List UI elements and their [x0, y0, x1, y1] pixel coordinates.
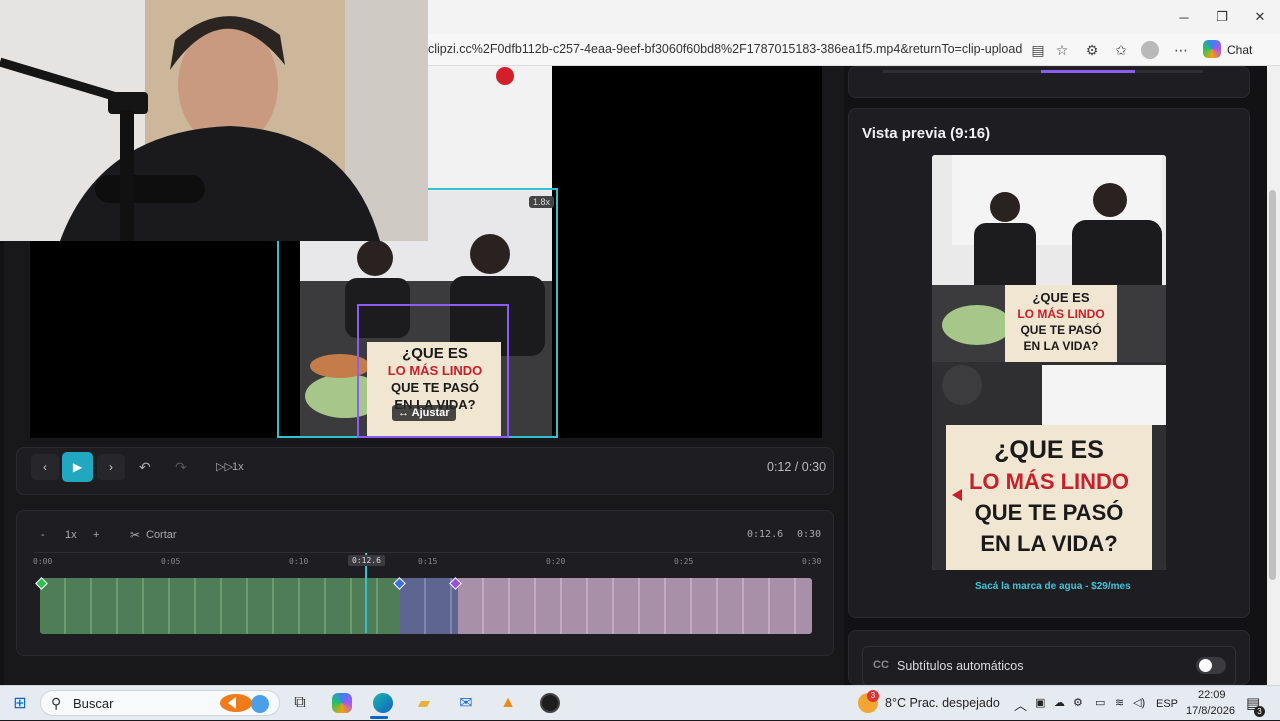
edge-icon[interactable] — [369, 689, 397, 717]
zoom-badge: 1.8x — [529, 196, 555, 208]
vlc-icon[interactable]: ▲ — [494, 689, 522, 717]
preview-bottom-poster: ¿QUE ES LO MÁS LINDO QUE TE PASÓ EN LA V… — [946, 435, 1152, 559]
outlook-icon[interactable]: ✉ — [452, 689, 480, 717]
ruler-line — [34, 552, 818, 553]
mini-poster-line-3: QUE TE PASÓ — [1020, 323, 1102, 337]
webcam-overlay — [0, 0, 428, 241]
zoom-out-button[interactable]: - — [41, 529, 45, 541]
reader-mode-icon[interactable]: ▤ — [1027, 40, 1049, 60]
redo-icon[interactable]: ↷ — [175, 459, 187, 476]
preview-top-poster: ¿QUE ES LO MÁS LINDO QUE TE PASÓ EN LA V… — [1005, 290, 1117, 354]
play-button[interactable]: ▶ — [62, 452, 93, 482]
more-menu-icon[interactable]: ⋯ — [1170, 40, 1192, 60]
mini-poster-line-2: LO MÁS LINDO — [1017, 307, 1105, 321]
windows-start-icon[interactable]: ⊞ — [6, 689, 34, 717]
big-poster-line-4: EN LA VIDA? — [980, 531, 1118, 556]
ruler-tick: 0:00 — [33, 557, 53, 566]
cloud-icon[interactable]: ☁ — [1054, 696, 1065, 709]
ruler-tick: 0:20 — [546, 557, 566, 566]
restore-icon[interactable]: ❐ — [1208, 6, 1236, 28]
clip-segment[interactable] — [458, 578, 812, 634]
minimize-icon[interactable]: ─ — [1170, 6, 1198, 28]
task-view-icon[interactable]: ⧉ — [286, 689, 314, 717]
mini-poster-line-1: ¿QUE ES — [1032, 290, 1090, 305]
search-highlight-icon — [218, 690, 276, 716]
ruler-tick: 0:10 — [289, 557, 309, 566]
volume-icon[interactable]: ◁) — [1133, 696, 1145, 709]
chevron-up-icon[interactable]: ︿ — [1014, 695, 1027, 714]
battery-icon[interactable]: ▭ — [1095, 696, 1105, 709]
favorite-star-icon[interactable]: ☆ — [1051, 40, 1073, 60]
obs-icon[interactable] — [536, 689, 564, 717]
toggle-knob — [1199, 659, 1212, 672]
timeline-total-time: 0:30 — [797, 529, 822, 540]
ruler-tick: 0:25 — [674, 557, 694, 566]
adjust-button[interactable]: ↔ Ajustar — [392, 405, 456, 421]
settings-icon[interactable]: ⚙ — [1073, 696, 1083, 709]
cut-button[interactable]: Cortar — [146, 529, 177, 541]
profile-avatar-icon[interactable] — [1139, 40, 1161, 60]
url-text[interactable]: clipzi.cc%2F0dfb112b-c257-4eaa-9eef-bf30… — [428, 42, 1023, 56]
prev-frame-button[interactable]: ‹ — [31, 454, 59, 480]
weather-badge: 3 — [867, 690, 879, 702]
mini-poster-line-4: EN LA VIDA? — [1023, 339, 1099, 353]
weather-text[interactable]: 8°C Prac. despejado — [885, 696, 1000, 710]
undo-icon[interactable]: ↶ — [139, 459, 151, 476]
clock-date[interactable]: 17/8/2026 — [1186, 705, 1235, 717]
ruler-tick: 0:05 — [161, 557, 181, 566]
search-label[interactable]: Buscar — [73, 696, 113, 711]
clip-track[interactable] — [40, 578, 812, 634]
search-icon: ⚲ — [51, 695, 62, 711]
big-poster-line-2: LO MÁS LINDO — [968, 469, 1130, 494]
timeline-current-time: 0:12.6 — [747, 529, 784, 540]
ruler-tick: 0:30 — [802, 557, 822, 566]
speed-icon[interactable]: ▷▷ — [216, 460, 233, 473]
extensions-icon[interactable]: ⚙ — [1081, 40, 1103, 60]
speed-label[interactable]: 1x — [232, 461, 244, 473]
file-explorer-icon[interactable]: ▰ — [410, 689, 438, 717]
remove-watermark-link[interactable]: Sacá la marca de agua - $29/mes — [975, 581, 1131, 592]
clip-segment[interactable] — [40, 578, 400, 634]
preview-title: Vista previa (9:16) — [862, 125, 991, 142]
clip-segment[interactable] — [400, 578, 458, 634]
close-icon[interactable]: ✕ — [1246, 6, 1274, 28]
zoom-in-button[interactable]: + — [93, 529, 99, 541]
wifi-icon[interactable]: ≋ — [1115, 696, 1124, 709]
progress-fill — [1041, 70, 1135, 73]
next-frame-button[interactable]: › — [97, 454, 125, 480]
cc-icon: CC — [873, 659, 889, 671]
copilot-icon[interactable] — [1203, 40, 1221, 58]
clock-time[interactable]: 22:09 — [1198, 689, 1226, 701]
notification-badge: 3 — [1254, 706, 1265, 717]
big-poster-line-3: QUE TE PASÓ — [974, 500, 1124, 525]
big-poster-line-1: ¿QUE ES — [994, 436, 1104, 464]
language-indicator[interactable]: ESP — [1156, 698, 1178, 710]
copilot-app-icon[interactable] — [328, 689, 356, 717]
time-display: 0:12 / 0:30 — [767, 460, 827, 474]
scissors-icon[interactable]: ✂ — [130, 528, 140, 542]
playhead-label: 0:12.6 — [348, 555, 385, 566]
zoom-level: 1x — [65, 529, 77, 541]
tray-app-icon[interactable]: ▣ — [1035, 696, 1045, 709]
scroll-thumb[interactable] — [1269, 190, 1276, 580]
chat-button[interactable]: Chat — [1227, 43, 1252, 57]
ruler-tick: 0:15 — [418, 557, 438, 566]
active-app-indicator — [370, 716, 388, 719]
subtitles-label: Subtítulos automáticos — [897, 659, 1024, 673]
favorites-icon[interactable]: ✩ — [1110, 40, 1132, 60]
